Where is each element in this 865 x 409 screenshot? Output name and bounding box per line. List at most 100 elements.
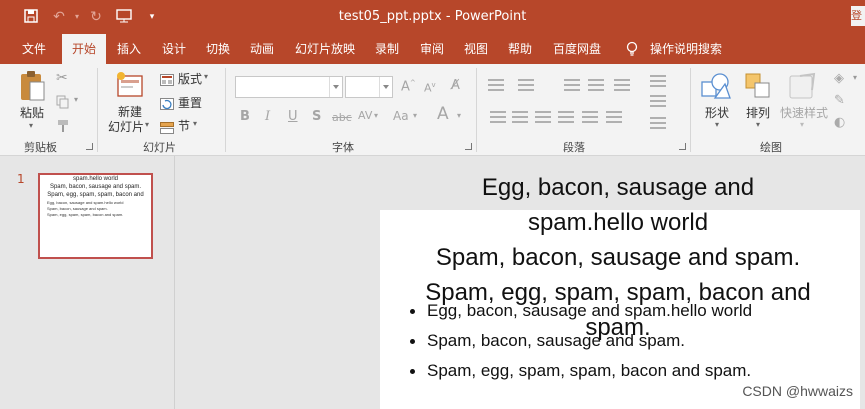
shape-fill-icon[interactable]: ◈ xyxy=(834,71,844,86)
quick-styles-dropdown-icon[interactable]: ▾ xyxy=(800,120,804,129)
character-spacing-dropdown-icon[interactable]: ▾ xyxy=(374,111,378,120)
font-name-combo[interactable] xyxy=(235,76,343,98)
underline-button[interactable]: U xyxy=(288,109,298,124)
new-slide-icon[interactable] xyxy=(115,70,145,104)
shapes-icon[interactable] xyxy=(701,72,731,104)
decrease-font-size-icon[interactable]: Av xyxy=(424,81,436,95)
align-center-icon[interactable] xyxy=(512,111,528,123)
bullet-item: Egg, bacon, sausage and spam.hello world xyxy=(408,296,858,326)
align-right-icon[interactable] xyxy=(535,111,551,123)
copy-icon[interactable] xyxy=(56,94,70,113)
clear-formatting-icon[interactable]: A̸ xyxy=(451,78,460,93)
title-bar: ↶ ▾ ↻ ▾ test05_ppt.pptx - PowerPoint 登 xyxy=(0,0,865,34)
ribbon-home: 粘贴 ▾ ✂ ▾ 剪贴板 新建 幻灯片 ▾ 版式 ▾ 重置 节 ▾ 幻灯片 A^… xyxy=(0,64,865,156)
arrange-dropdown-icon[interactable]: ▾ xyxy=(756,120,760,129)
decrease-indent-icon[interactable] xyxy=(564,79,580,91)
group-divider xyxy=(97,68,98,152)
strikethrough-button[interactable]: abc xyxy=(332,111,352,124)
tab-review[interactable]: 审阅 xyxy=(420,34,444,64)
paste-icon[interactable] xyxy=(18,70,46,106)
tab-slideshow[interactable]: 幻灯片放映 xyxy=(295,34,355,64)
window-title: test05_ppt.pptx - PowerPoint xyxy=(338,9,527,24)
watermark: CSDN @hwwaizs xyxy=(742,383,853,399)
tab-insert[interactable]: 插入 xyxy=(117,34,141,64)
thumbnail-title-line: Spam, egg, spam, spam, bacon and xyxy=(47,192,144,198)
quick-styles-label[interactable]: 快速样式 xyxy=(780,104,828,121)
thumbnail-title-line: Spam, bacon, sausage and spam. xyxy=(49,184,142,190)
group-divider xyxy=(690,68,691,152)
tab-baidu-netdisk[interactable]: 百度网盘 xyxy=(553,34,601,64)
new-slide-label-2[interactable]: 幻灯片 xyxy=(108,118,144,135)
reset-button[interactable]: 重置 xyxy=(178,94,202,111)
tab-view[interactable]: 视图 xyxy=(464,34,488,64)
copy-dropdown-icon[interactable]: ▾ xyxy=(74,95,78,104)
login-button[interactable]: 登 xyxy=(851,6,865,26)
increase-indent-icon[interactable] xyxy=(588,79,604,91)
tell-me-search[interactable]: 操作说明搜索 xyxy=(650,34,722,64)
quick-styles-icon[interactable] xyxy=(788,72,818,104)
new-slide-dropdown-icon[interactable]: ▾ xyxy=(145,120,149,129)
slide-number: 1 xyxy=(17,172,25,186)
clipboard-launcher-icon[interactable] xyxy=(86,143,93,150)
shapes-label[interactable]: 形状 xyxy=(705,104,729,121)
numbering-icon[interactable] xyxy=(518,79,534,91)
layout-button[interactable]: 版式 xyxy=(178,70,202,87)
shape-effects-icon[interactable]: ◐ xyxy=(834,115,845,130)
font-name-dropdown-icon[interactable] xyxy=(329,77,342,97)
thumbnail-bullet: Spam, egg, spam, spam, bacon and spam. xyxy=(47,212,124,217)
font-color-button[interactable]: A xyxy=(437,104,449,124)
arrange-icon[interactable] xyxy=(744,72,772,104)
tab-home[interactable]: 开始 xyxy=(62,34,106,64)
tab-transitions[interactable]: 切换 xyxy=(206,34,230,64)
reset-icon[interactable] xyxy=(160,95,174,114)
align-text-icon[interactable] xyxy=(650,95,666,107)
columns-icon[interactable] xyxy=(606,111,622,123)
section-icon[interactable] xyxy=(160,119,174,138)
tab-design[interactable]: 设计 xyxy=(162,34,186,64)
group-label-clipboard: 剪贴板 xyxy=(24,141,57,154)
paste-label[interactable]: 粘贴 xyxy=(20,104,44,121)
font-size-dropdown-icon[interactable] xyxy=(379,77,392,97)
font-launcher-icon[interactable] xyxy=(465,143,472,150)
ribbon-tab-bar: 文件 开始 插入 设计 切换 动画 幻灯片放映 录制 审阅 视图 帮助 百度网盘… xyxy=(0,34,865,64)
layout-icon[interactable] xyxy=(160,71,174,90)
shape-fill-dropdown-icon[interactable]: ▾ xyxy=(853,73,857,82)
bold-button[interactable]: B xyxy=(240,109,250,124)
tab-animations[interactable]: 动画 xyxy=(250,34,274,64)
format-painter-icon[interactable] xyxy=(56,118,70,137)
tab-record[interactable]: 录制 xyxy=(375,34,399,64)
change-case-button[interactable]: Aa xyxy=(393,109,409,123)
convert-to-smartart-icon[interactable] xyxy=(650,117,666,129)
group-label-drawing: 绘图 xyxy=(760,141,782,154)
section-dropdown-icon[interactable]: ▾ xyxy=(193,119,197,128)
change-case-dropdown-icon[interactable]: ▾ xyxy=(413,111,417,120)
shapes-dropdown-icon[interactable]: ▾ xyxy=(715,120,719,129)
paste-dropdown-icon[interactable]: ▾ xyxy=(29,121,33,130)
increase-font-size-icon[interactable]: A^ xyxy=(401,79,416,94)
slide-thumbnail-pane: 1 spam.hello world Spam, bacon, sausage … xyxy=(0,156,175,409)
bullet-item: Spam, bacon, sausage and spam. xyxy=(408,326,858,356)
text-shadow-button[interactable]: S xyxy=(312,109,321,124)
slide-bullet-list[interactable]: Egg, bacon, sausage and spam.hello world… xyxy=(408,296,858,386)
cut-icon[interactable]: ✂ xyxy=(56,70,68,86)
paragraph-launcher-icon[interactable] xyxy=(679,143,686,150)
text-direction-icon[interactable] xyxy=(650,75,666,87)
section-button[interactable]: 节 xyxy=(178,117,190,134)
arrange-label[interactable]: 排列 xyxy=(746,104,770,121)
group-divider xyxy=(476,68,477,152)
character-spacing-button[interactable]: AV xyxy=(358,109,372,122)
tab-help[interactable]: 帮助 xyxy=(508,34,532,64)
slide-thumbnail[interactable]: spam.hello world Spam, bacon, sausage an… xyxy=(38,173,153,259)
shape-outline-icon[interactable]: ✎ xyxy=(834,93,845,108)
font-size-combo[interactable] xyxy=(345,76,393,98)
group-divider xyxy=(225,68,226,152)
justify-icon[interactable] xyxy=(558,111,574,123)
bullets-icon[interactable] xyxy=(488,79,504,91)
layout-dropdown-icon[interactable]: ▾ xyxy=(204,72,208,81)
distributed-icon[interactable] xyxy=(582,111,598,123)
align-left-icon[interactable] xyxy=(490,111,506,123)
line-spacing-icon[interactable] xyxy=(614,79,630,91)
font-color-dropdown-icon[interactable]: ▾ xyxy=(457,111,461,120)
tab-file[interactable]: 文件 xyxy=(22,34,46,64)
italic-button[interactable]: I xyxy=(265,109,270,124)
